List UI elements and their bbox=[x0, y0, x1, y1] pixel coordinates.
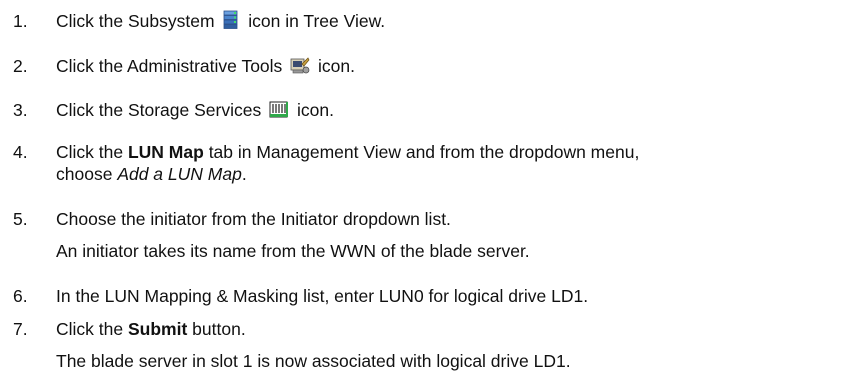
step-5-note: An initiator takes its name from the WWN… bbox=[56, 241, 530, 261]
step-number: 1. bbox=[13, 11, 28, 31]
step-7-note: The blade server in slot 1 is now associ… bbox=[56, 351, 571, 371]
step-1-post: icon in Tree View. bbox=[248, 11, 386, 31]
step-7-post: button. bbox=[192, 319, 246, 339]
step-7-pre: Click the bbox=[56, 319, 124, 339]
step-6-text: In the LUN Mapping & Masking list, enter… bbox=[56, 286, 589, 306]
step-1-text: Click the Subsystem icon in Tree View. bbox=[56, 10, 385, 32]
instruction-document: 1. Click the Subsystem icon in Tree View… bbox=[0, 0, 855, 374]
step-2-post: icon. bbox=[318, 56, 356, 76]
step-3-text: Click the Storage Services icon. bbox=[56, 99, 334, 121]
step-4-line2-post: . bbox=[241, 164, 247, 184]
subsystem-icon bbox=[224, 10, 238, 29]
step-number: 4. bbox=[13, 142, 28, 162]
step-4-pre: Click the bbox=[56, 142, 124, 162]
step-5-text: Choose the initiator from the Initiator … bbox=[56, 209, 451, 229]
step-4-line-1: Click the LUN Map tab in Management View… bbox=[56, 141, 639, 163]
step-1-pre: Click the Subsystem bbox=[56, 11, 215, 31]
submit-button-name: Submit bbox=[127, 319, 188, 339]
step-4-line2-pre: choose bbox=[56, 164, 113, 184]
lun-map-tab-name: LUN Map bbox=[127, 142, 204, 162]
storage-services-icon bbox=[269, 101, 289, 118]
administrative-tools-icon bbox=[290, 57, 310, 74]
step-number: 2. bbox=[13, 56, 28, 76]
step-number: 6. bbox=[13, 286, 28, 306]
step-4-line-2: choose Add a LUN Map. bbox=[56, 163, 247, 185]
step-4-mid: tab in Management View and from the drop… bbox=[208, 142, 640, 162]
step-number: 7. bbox=[13, 319, 28, 339]
step-3-post: icon. bbox=[296, 100, 334, 120]
step-2-text: Click the Administrative Tools icon. bbox=[56, 55, 355, 77]
step-number: 3. bbox=[13, 100, 28, 120]
step-7-text: Click the Submit button. bbox=[56, 318, 246, 340]
step-3-pre: Click the Storage Services bbox=[56, 100, 262, 120]
step-2-pre: Click the Administrative Tools bbox=[56, 56, 283, 76]
step-number: 5. bbox=[13, 209, 28, 229]
add-lun-map-menu-item-name: Add a LUN Map bbox=[117, 164, 242, 184]
